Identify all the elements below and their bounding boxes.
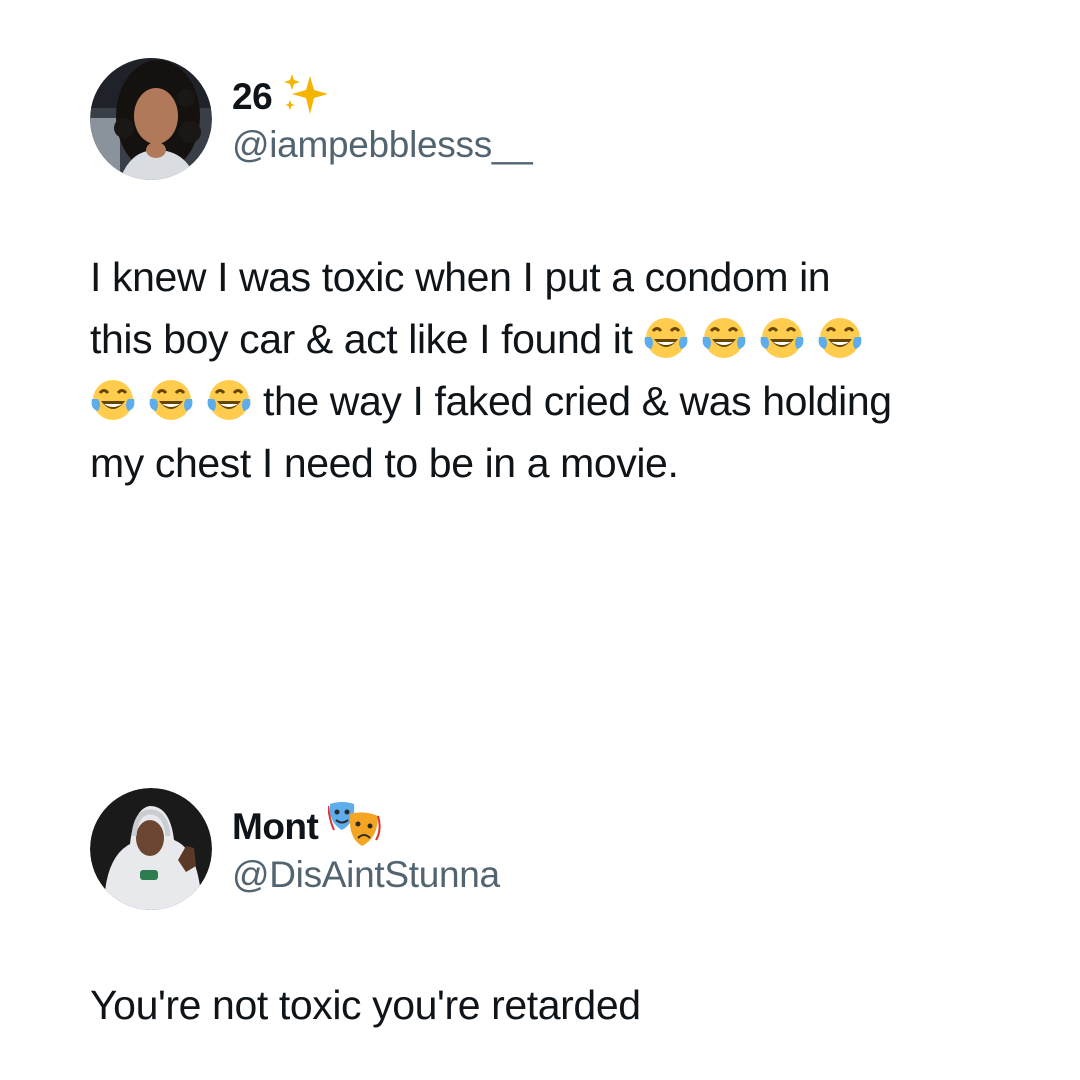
face-with-tears-of-joy-icon [819, 318, 862, 358]
avatar[interactable] [90, 58, 212, 180]
handle[interactable]: @DisAintStunna [232, 854, 500, 896]
handle[interactable]: @iampebblesss__ [232, 124, 533, 166]
face-with-tears-of-joy-icon [761, 318, 804, 358]
avatar-image [90, 788, 212, 910]
face-with-tears-of-joy-icon [207, 380, 251, 420]
avatar-image [90, 58, 212, 180]
tweet-text-line-4: my chest I need to be in a movie. [90, 440, 679, 486]
face-with-tears-of-joy-icon [703, 318, 746, 358]
tweet-text-line-1: I knew I was toxic when I put a condom i… [90, 254, 831, 300]
tweet-text-line-1: You're not toxic you're retarded [90, 982, 641, 1028]
emoji-run-2 [90, 378, 263, 424]
name-block: Mont @DisAintStunna [232, 800, 500, 896]
face-with-tears-of-joy-icon [149, 380, 193, 420]
emoji-run-1 [643, 316, 863, 362]
display-name[interactable]: Mont [232, 806, 319, 848]
display-name-row: 26 [232, 72, 532, 122]
avatar[interactable] [90, 788, 212, 910]
tweet-header: 26 @iampebblesss__ [90, 58, 533, 180]
tweet-text-line-2: this boy car & act like I found it [90, 316, 633, 362]
display-name[interactable]: 26 [232, 76, 273, 118]
face-with-tears-of-joy-icon [645, 318, 688, 358]
tweet-text: You're not toxic you're retarded [90, 974, 1010, 1036]
performing-arts-icon [327, 800, 382, 855]
face-with-tears-of-joy-icon [91, 380, 135, 420]
tweet-header: Mont @DisAintStunna [90, 788, 500, 910]
name-block: 26 @iampebblesss__ [232, 72, 533, 166]
tweet-text-line-3: the way I faked cried & was holding [263, 378, 892, 424]
display-name-row: Mont [232, 800, 500, 855]
tweet-text: I knew I was toxic when I put a condom i… [90, 246, 1010, 494]
sparkles-icon [282, 73, 330, 121]
